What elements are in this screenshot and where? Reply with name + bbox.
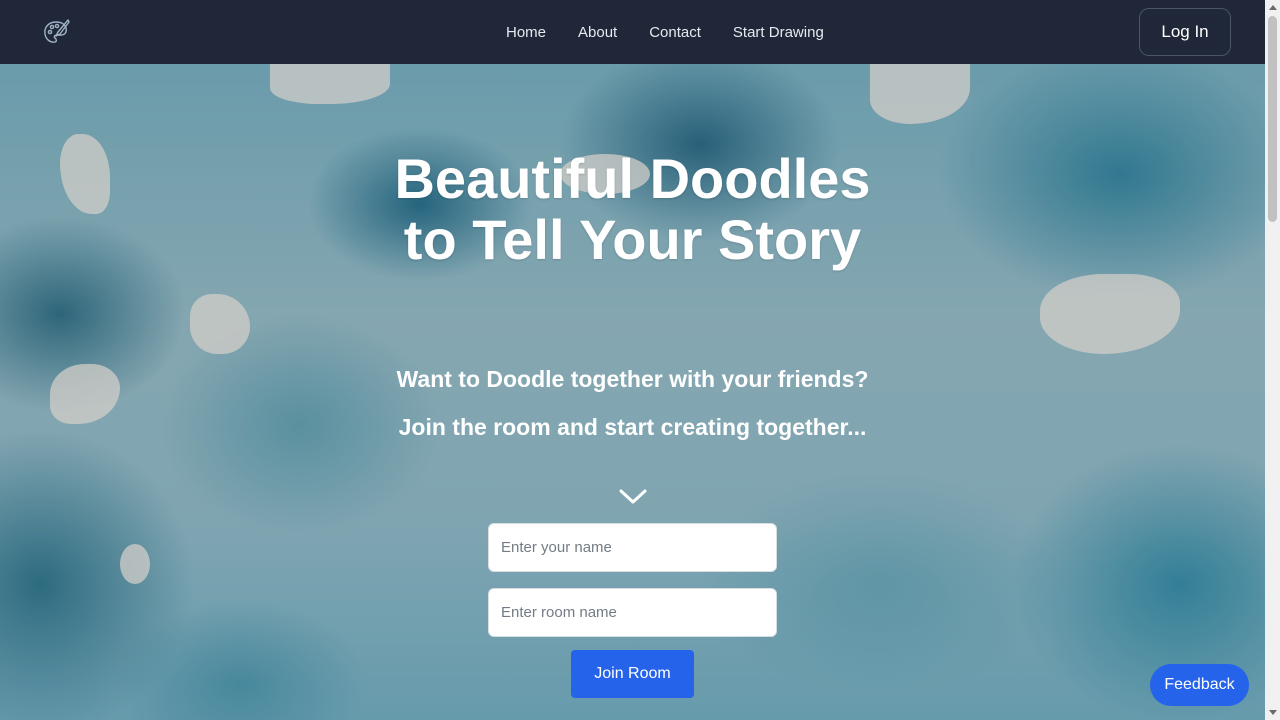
hero-title-line1: Beautiful Doodles [394,147,871,210]
room-name-input[interactable] [488,588,777,637]
paper-patch [270,64,390,104]
nav-link-start-drawing[interactable]: Start Drawing [733,24,824,41]
top-navbar: Home About Contact Start Drawing Log In [0,0,1265,64]
join-room-button[interactable]: Join Room [571,650,694,698]
nav-link-home[interactable]: Home [506,24,546,41]
hero-title-line2: to Tell Your Story [403,208,862,271]
login-button[interactable]: Log In [1139,8,1231,56]
hero-subtitle-2: Join the room and start creating togethe… [398,414,867,440]
hero-subtitle-1: Want to Doodle together with your friend… [396,366,869,392]
name-input[interactable] [488,523,777,572]
scroll-down-arrow-icon[interactable] [1269,710,1277,715]
vertical-scrollbar[interactable] [1265,0,1280,720]
nav-link-about[interactable]: About [578,24,617,41]
paper-patch [120,544,150,584]
nav-link-contact[interactable]: Contact [649,24,701,41]
chevron-down-icon [619,489,647,504]
scroll-up-arrow-icon[interactable] [1269,5,1277,10]
nav-links: Home About Contact Start Drawing [506,0,856,64]
hero-title: Beautiful Doodles to Tell Your Story [0,148,1265,270]
paint-palette-brush-icon[interactable] [42,18,70,46]
scrollbar-thumb[interactable] [1268,16,1277,222]
feedback-button[interactable]: Feedback [1150,664,1249,706]
